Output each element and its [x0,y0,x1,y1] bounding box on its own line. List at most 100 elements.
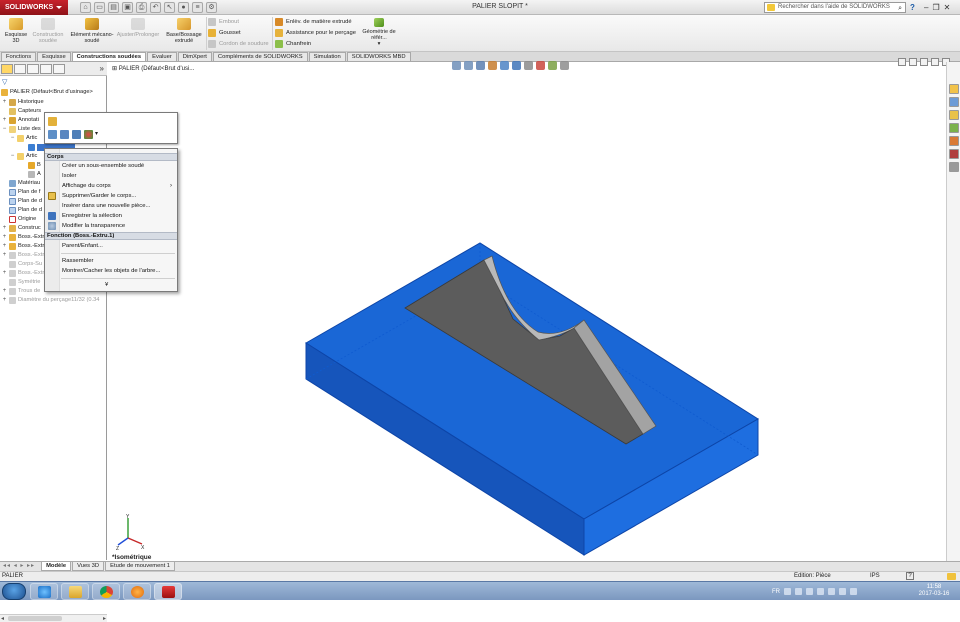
structural-member-button[interactable]: Elément mécano-soudé [70,18,114,44]
menu-item-change-transparency[interactable]: Modifier la transparence [62,221,177,231]
normal-to-icon[interactable] [72,130,81,139]
tree-item-diametre[interactable]: + Diamètre du perçage11/32 (0.34 [2,296,99,305]
weld-bead-button[interactable]: Cordon de soudure [208,39,269,49]
tab-complements[interactable]: Compléments de SOLIDWORKS [212,52,308,61]
tab-navigation-arrows[interactable]: ◂◂ ◂ ▸ ▸▸ [3,562,35,571]
extruded-cut-button[interactable]: Enlèv. de matière extrudé [275,17,352,27]
options-icon[interactable]: ⚙ [206,2,217,13]
edit-feature-icon[interactable] [48,117,57,126]
tray-volume-icon[interactable] [839,588,846,595]
menu-item-body-display[interactable]: Affichage du corps › [62,181,177,191]
menu-item-collapse[interactable]: Rassembler [62,256,177,266]
tray-help-icon[interactable] [784,588,791,595]
file-explorer-icon[interactable] [949,110,959,120]
configuration-manager-icon[interactable] [27,64,39,74]
taskbar-file-explorer[interactable] [61,583,89,600]
expand-icon[interactable]: + [2,296,7,305]
home-icon[interactable]: ⌂ [80,2,91,13]
minimize-button[interactable]: – [924,1,928,14]
hole-wizard-button[interactable]: Assistance pour le perçage [275,28,356,38]
tree-item-b[interactable]: B [28,161,41,170]
tree-item-boss-3[interactable]: + Boss.-Extr [2,251,44,260]
tree-item-plan-droite[interactable]: Plan de d [9,206,42,215]
trim-extend-button[interactable]: Ajuster/Prolonger [114,18,162,38]
reference-geometry-button[interactable]: Géométrie de référ... ▾ [362,18,396,47]
expand-icon[interactable]: + [2,251,7,260]
expand-icon[interactable]: + [2,98,7,107]
expand-icon[interactable]: + [2,224,7,233]
tray-network-icon[interactable] [795,588,802,595]
rebuild-icon[interactable]: ● [178,2,189,13]
restore-button[interactable]: ❐ [932,1,939,14]
tray-battery-icon[interactable] [850,588,857,595]
view-palette-icon[interactable] [949,123,959,133]
appearance-icon[interactable] [48,130,57,139]
tray-app-icon[interactable] [828,588,835,595]
tree-item-annotations[interactable]: + Annotati [2,116,39,125]
tab-mbd[interactable]: SOLIDWORKS MBD [346,52,411,61]
scroll-thumb[interactable] [8,616,62,621]
open-folder-icon[interactable]: ▤ [108,2,119,13]
solidworks-forum-icon[interactable] [949,162,959,172]
system-clock[interactable]: 11:58 2017-03-16 [912,584,956,598]
new-document-icon[interactable]: ▭ [94,2,105,13]
dimxpert-icon[interactable] [40,64,52,74]
save-icon[interactable]: ▣ [122,2,133,13]
tree-item-corps[interactable]: Corps-Su [9,260,42,269]
tree-item-construction[interactable]: + Construc [2,224,41,233]
expand-icon[interactable]: + [2,242,7,251]
tab-constructions-soudees[interactable]: Constructions soudées [71,52,147,61]
property-manager-icon[interactable] [14,64,26,74]
select-icon[interactable]: ↖ [164,2,175,13]
chevron-down-icon[interactable]: ▾ [95,130,98,137]
scroll-right-icon[interactable]: ▸ [103,615,106,622]
file-properties-icon[interactable]: ≡ [192,2,203,13]
rebuild-status-icon[interactable] [947,573,956,580]
taskbar-internet-explorer[interactable] [30,583,58,600]
collapse-icon[interactable]: − [10,152,15,161]
solidworks-menu-button[interactable]: SOLIDWORKS [0,0,68,15]
tab-evaluer[interactable]: Evaluer [147,52,177,61]
tree-item-plan-face[interactable]: Plan de f [9,188,40,197]
graphics-area[interactable]: ⊞ PALIER (Défaut<Brut d'usi... Y X Z *Is… [108,58,950,561]
part-model[interactable] [108,62,944,561]
menu-item-show-hide-tree-items[interactable]: Montrer/Cacher les objets de l'arbre... [62,266,177,276]
extruded-boss-button[interactable]: Base/Bossage extrudé [162,18,206,44]
custom-properties-icon[interactable] [949,149,959,159]
menu-expand-button[interactable]: ¥ [105,280,125,290]
tree-item-materiau[interactable]: Matériau [9,179,40,188]
status-unit-system[interactable]: IPS [870,572,880,581]
taskbar-media-player[interactable] [123,583,151,600]
chevron-down-icon[interactable]: ▾ [378,41,381,47]
chamfer-button[interactable]: Chanfrein [275,39,311,49]
tree-item-origine[interactable]: Origine [9,215,36,224]
tree-filter[interactable]: ▽ [0,77,107,86]
tree-item-artic-2[interactable]: − Artic [10,152,37,161]
tree-item-trous[interactable]: + Trous de [2,287,40,296]
search-icon[interactable]: ⌕ [898,4,902,13]
expand-icon[interactable]: + [2,287,7,296]
status-help-icon[interactable]: ? [906,572,914,580]
tab-modele[interactable]: Modèle [41,562,72,571]
menu-item-create-subweldment[interactable]: Créer un sous-ensemble soudé [62,161,177,171]
tree-item-root[interactable]: PALIER (Défaut<Brut d'usinage> [1,88,93,97]
tree-item-symetrie[interactable]: Symétrie [9,278,40,287]
tab-simulation[interactable]: Simulation [308,52,346,61]
tree-item-liste[interactable]: − Liste des [2,125,41,134]
print-icon[interactable]: ⎙ [136,2,147,13]
tree-item-a[interactable]: A [28,170,41,179]
tree-horizontal-scrollbar[interactable]: ◂ ▸ [0,614,107,622]
scroll-left-icon[interactable]: ◂ [1,615,4,622]
expand-icon[interactable]: + [2,233,7,242]
solidworks-resources-icon[interactable] [949,84,959,94]
tab-dimxpert[interactable]: DimXpert [177,52,212,61]
tray-solidworks-icon[interactable] [817,588,824,595]
end-cap-button[interactable]: Embout [208,17,239,27]
tree-item-artic-1[interactable]: − Artic [10,134,37,143]
menu-item-isolate[interactable]: Isoler [62,171,177,181]
tab-motion-study[interactable]: Etude de mouvement 1 [105,562,176,571]
display-manager-icon[interactable] [53,64,65,74]
taskbar-chrome[interactable] [92,583,120,600]
start-button[interactable] [2,583,26,600]
tab-esquisse[interactable]: Esquisse [37,52,71,61]
